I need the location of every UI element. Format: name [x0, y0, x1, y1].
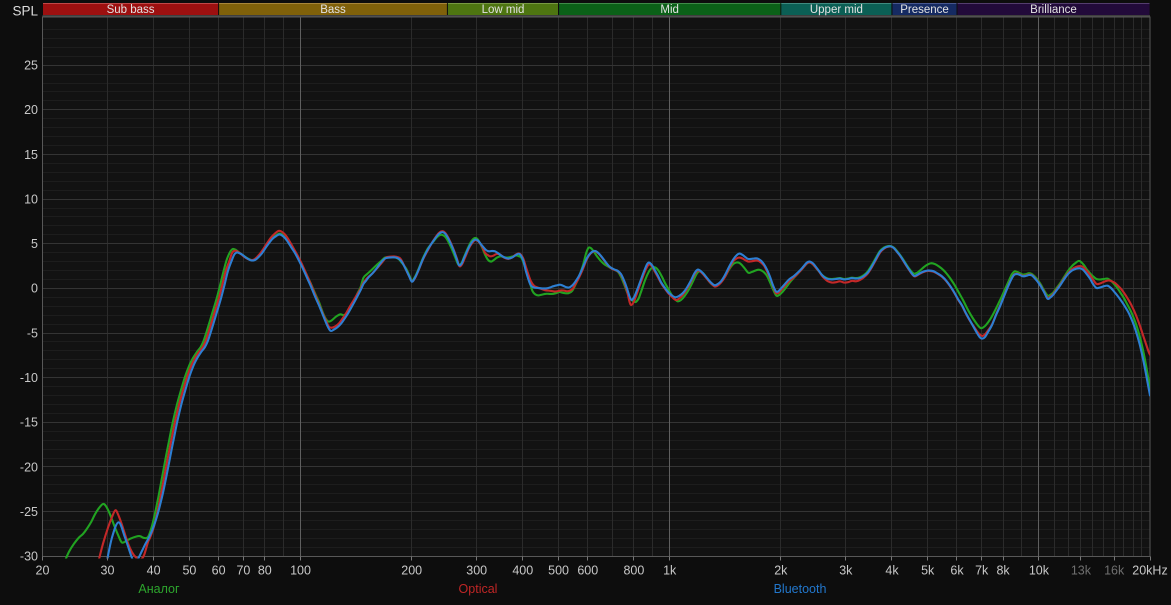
svg-text:800: 800: [623, 564, 644, 578]
svg-text:80: 80: [258, 564, 272, 578]
svg-text:5k: 5k: [921, 564, 935, 578]
svg-text:1k: 1k: [663, 564, 677, 578]
svg-text:Brilliance: Brilliance: [1030, 4, 1077, 16]
svg-text:4k: 4k: [885, 564, 899, 578]
svg-text:100: 100: [290, 564, 311, 578]
svg-text:30: 30: [101, 564, 115, 578]
svg-text:-10: -10: [20, 371, 38, 385]
svg-text:Upper mid: Upper mid: [810, 4, 863, 16]
svg-text:20kHz: 20kHz: [1132, 564, 1167, 578]
svg-text:0: 0: [31, 282, 38, 296]
svg-text:300: 300: [466, 564, 487, 578]
svg-text:60: 60: [212, 564, 226, 578]
svg-text:-5: -5: [27, 326, 38, 340]
svg-text:40: 40: [147, 564, 161, 578]
svg-text:-20: -20: [20, 460, 38, 474]
svg-text:SPL: SPL: [12, 4, 38, 19]
svg-text:6k: 6k: [950, 564, 964, 578]
svg-text:-25: -25: [20, 505, 38, 519]
svg-text:-15: -15: [20, 416, 38, 430]
svg-text:Optical: Optical: [459, 582, 498, 596]
svg-text:20: 20: [36, 564, 50, 578]
svg-text:13k: 13k: [1071, 564, 1092, 578]
svg-text:200: 200: [401, 564, 422, 578]
svg-text:3k: 3k: [839, 564, 853, 578]
svg-text:-30: -30: [20, 550, 38, 564]
svg-text:50: 50: [182, 564, 196, 578]
svg-text:8k: 8k: [996, 564, 1010, 578]
svg-text:7k: 7k: [975, 564, 989, 578]
svg-text:400: 400: [512, 564, 533, 578]
svg-text:Low mid: Low mid: [482, 4, 525, 16]
svg-text:10: 10: [24, 192, 38, 206]
svg-text:Bluetooth: Bluetooth: [774, 582, 827, 596]
svg-text:15: 15: [24, 148, 38, 162]
svg-text:10k: 10k: [1029, 564, 1050, 578]
svg-text:600: 600: [577, 564, 598, 578]
svg-text:500: 500: [548, 564, 569, 578]
svg-text:20: 20: [24, 103, 38, 117]
svg-text:Mid: Mid: [660, 4, 679, 16]
svg-text:25: 25: [24, 59, 38, 73]
svg-text:Аналог: Аналог: [138, 582, 180, 596]
svg-text:Presence: Presence: [900, 4, 949, 16]
svg-text:2k: 2k: [774, 564, 788, 578]
svg-text:70: 70: [236, 564, 250, 578]
svg-text:5: 5: [31, 237, 38, 251]
svg-text:Bass: Bass: [320, 4, 346, 16]
svg-text:Sub bass: Sub bass: [107, 4, 155, 16]
svg-text:16k: 16k: [1104, 564, 1125, 578]
